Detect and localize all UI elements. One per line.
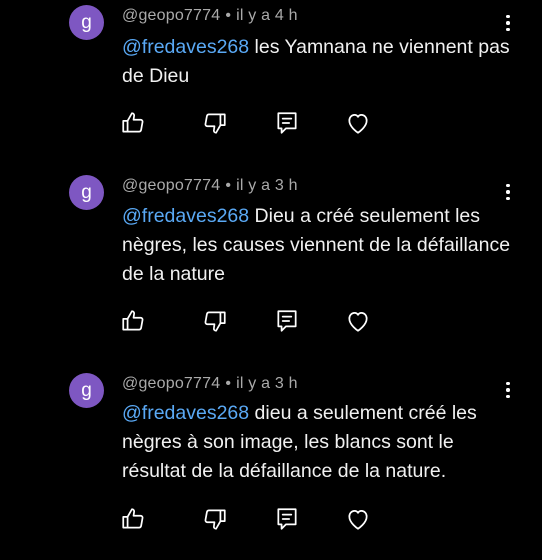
comment-time[interactable]: il y a 3 h: [236, 375, 298, 392]
meta-separator: •: [225, 7, 232, 24]
comment-meta: @geopo7774 • il y a 3 h: [122, 177, 298, 195]
avatar-letter: g: [81, 11, 92, 33]
avatar[interactable]: g: [69, 175, 104, 210]
comment-author[interactable]: @geopo7774: [122, 177, 220, 194]
mention-link[interactable]: @fredaves268: [122, 36, 249, 58]
mention-link[interactable]: @fredaves268: [122, 402, 249, 424]
more-vertical-icon[interactable]: [496, 11, 520, 35]
heart-icon[interactable]: [345, 308, 371, 334]
meta-separator: •: [225, 375, 232, 392]
comment-meta: @geopo7774 • il y a 3 h: [122, 375, 298, 393]
reply-icon[interactable]: [274, 506, 300, 532]
comment-text: @fredaves268 dieu a seulement créé les n…: [122, 399, 512, 486]
thumbs-up-icon[interactable]: [120, 110, 146, 136]
avatar-letter: g: [81, 379, 92, 401]
thumbs-up-icon[interactable]: [120, 506, 146, 532]
more-vertical-icon[interactable]: [496, 180, 520, 204]
thumbs-up-icon[interactable]: [120, 308, 146, 334]
mention-link[interactable]: @fredaves268: [122, 205, 249, 227]
avatar[interactable]: g: [69, 373, 104, 408]
reply-icon[interactable]: [274, 308, 300, 334]
meta-separator: •: [225, 177, 232, 194]
thumbs-down-icon[interactable]: [202, 506, 228, 532]
heart-icon[interactable]: [345, 506, 371, 532]
comment-meta: @geopo7774 • il y a 4 h: [122, 7, 298, 25]
thumbs-down-icon[interactable]: [202, 308, 228, 334]
heart-icon[interactable]: [345, 110, 371, 136]
comment-time[interactable]: il y a 4 h: [236, 7, 298, 24]
comment-author[interactable]: @geopo7774: [122, 7, 220, 24]
comment-time[interactable]: il y a 3 h: [236, 177, 298, 194]
thumbs-down-icon[interactable]: [202, 110, 228, 136]
comment-text: @fredaves268 les Yamnana ne viennent pas…: [122, 33, 512, 91]
reply-icon[interactable]: [274, 110, 300, 136]
comment-author[interactable]: @geopo7774: [122, 375, 220, 392]
avatar-letter: g: [81, 181, 92, 203]
avatar[interactable]: g: [69, 5, 104, 40]
comment-text: @fredaves268 Dieu a créé seulement les n…: [122, 202, 512, 289]
